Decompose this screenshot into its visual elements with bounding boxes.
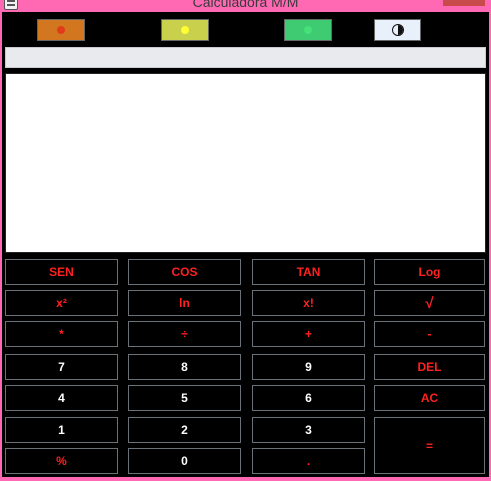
multiply-button[interactable]: * xyxy=(5,321,118,347)
five-button[interactable]: 5 xyxy=(128,385,241,411)
tan-button[interactable]: TAN xyxy=(252,259,365,285)
calculator-panel: SEN COS TAN Log x² ln x! √ * ÷ + - 7 8 9… xyxy=(2,12,489,477)
expression-field[interactable] xyxy=(5,47,486,68)
log-button[interactable]: Log xyxy=(374,259,485,285)
contrast-icon xyxy=(391,24,404,36)
sqrt-button[interactable]: √ xyxy=(374,290,485,316)
three-button[interactable]: 3 xyxy=(252,417,365,443)
factorial-button[interactable]: x! xyxy=(252,290,365,316)
two-button[interactable]: 2 xyxy=(128,417,241,443)
plus-button[interactable]: + xyxy=(252,321,365,347)
green-theme-button[interactable] xyxy=(284,19,332,41)
sen-button[interactable]: SEN xyxy=(5,259,118,285)
seven-button[interactable]: 7 xyxy=(5,354,118,380)
six-button[interactable]: 6 xyxy=(252,385,365,411)
nine-button[interactable]: 9 xyxy=(252,354,365,380)
yellow-theme-button[interactable] xyxy=(161,19,209,41)
delete-button[interactable]: DEL xyxy=(374,354,485,380)
percent-button[interactable]: % xyxy=(5,448,118,474)
one-button[interactable]: 1 xyxy=(5,417,118,443)
equals-button[interactable]: = xyxy=(374,417,485,474)
orange-theme-button[interactable] xyxy=(37,19,85,41)
square-button[interactable]: x² xyxy=(5,290,118,316)
zero-button[interactable]: 0 xyxy=(128,448,241,474)
eight-button[interactable]: 8 xyxy=(128,354,241,380)
title-bar: Calculadora M/M xyxy=(0,0,491,12)
result-display[interactable] xyxy=(5,73,486,253)
four-button[interactable]: 4 xyxy=(5,385,118,411)
divide-button[interactable]: ÷ xyxy=(128,321,241,347)
green-dot-icon xyxy=(304,26,312,34)
minus-button[interactable]: - xyxy=(374,321,485,347)
ln-button[interactable]: ln xyxy=(128,290,241,316)
decimal-button[interactable]: . xyxy=(252,448,365,474)
orange-dot-icon xyxy=(57,26,65,34)
close-button[interactable] xyxy=(443,0,485,6)
clear-button[interactable]: AC xyxy=(374,385,485,411)
contrast-toggle-button[interactable] xyxy=(374,19,421,41)
window-title: Calculadora M/M xyxy=(192,0,299,10)
yellow-dot-icon xyxy=(181,26,189,34)
cos-button[interactable]: COS xyxy=(128,259,241,285)
